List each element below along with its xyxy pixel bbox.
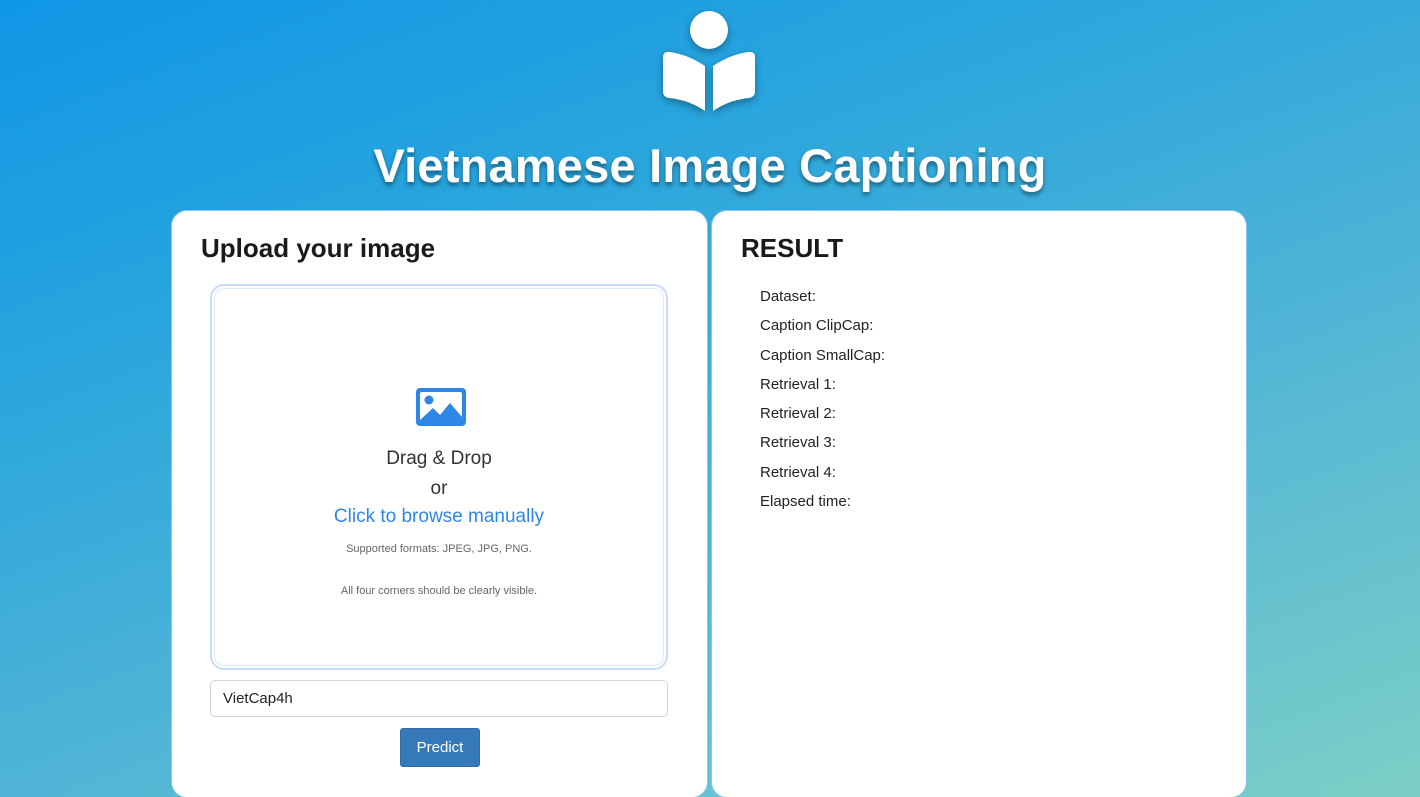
reading-person-icon — [663, 11, 755, 111]
app-title: Vietnamese Image Captioning — [373, 139, 1047, 192]
predict-button[interactable]: Predict — [400, 728, 480, 767]
result-retrieval-3: Retrieval 3: — [760, 434, 836, 452]
image-icon — [416, 388, 466, 426]
result-retrieval-2: Retrieval 2: — [760, 405, 836, 423]
result-dataset: Dataset: — [760, 288, 816, 305]
supported-formats-text: Supported formats: JPEG, JPG, PNG. — [346, 543, 532, 555]
result-caption-clipcap: Caption ClipCap: — [760, 317, 874, 335]
corners-hint-text: All four corners should be clearly visib… — [340, 585, 538, 597]
result-retrieval-1: Retrieval 1: — [760, 375, 836, 393]
image-dropzone[interactable]: Drag & Drop or Click to browse manually … — [210, 284, 668, 670]
drag-drop-text: Drag & Drop — [386, 448, 492, 469]
upload-panel: Upload your image Drag & Drop or Click t… — [171, 210, 708, 797]
result-retrieval-4: Retrieval 4: — [760, 463, 836, 481]
result-caption-smallcap: Caption SmallCap: — [760, 346, 886, 364]
result-panel: RESULT Dataset: Caption ClipCap: Caption… — [711, 210, 1247, 797]
upload-heading: Upload your image — [201, 233, 436, 263]
dataset-select[interactable]: VietCap4h — [210, 680, 668, 717]
result-elapsed-time: Elapsed time: — [760, 493, 851, 511]
result-heading: RESULT — [741, 233, 844, 263]
result-list: Dataset: Caption ClipCap: Caption SmallC… — [760, 287, 885, 521]
browse-link[interactable]: Click to browse manually — [212, 506, 666, 528]
or-text: or — [430, 478, 448, 499]
